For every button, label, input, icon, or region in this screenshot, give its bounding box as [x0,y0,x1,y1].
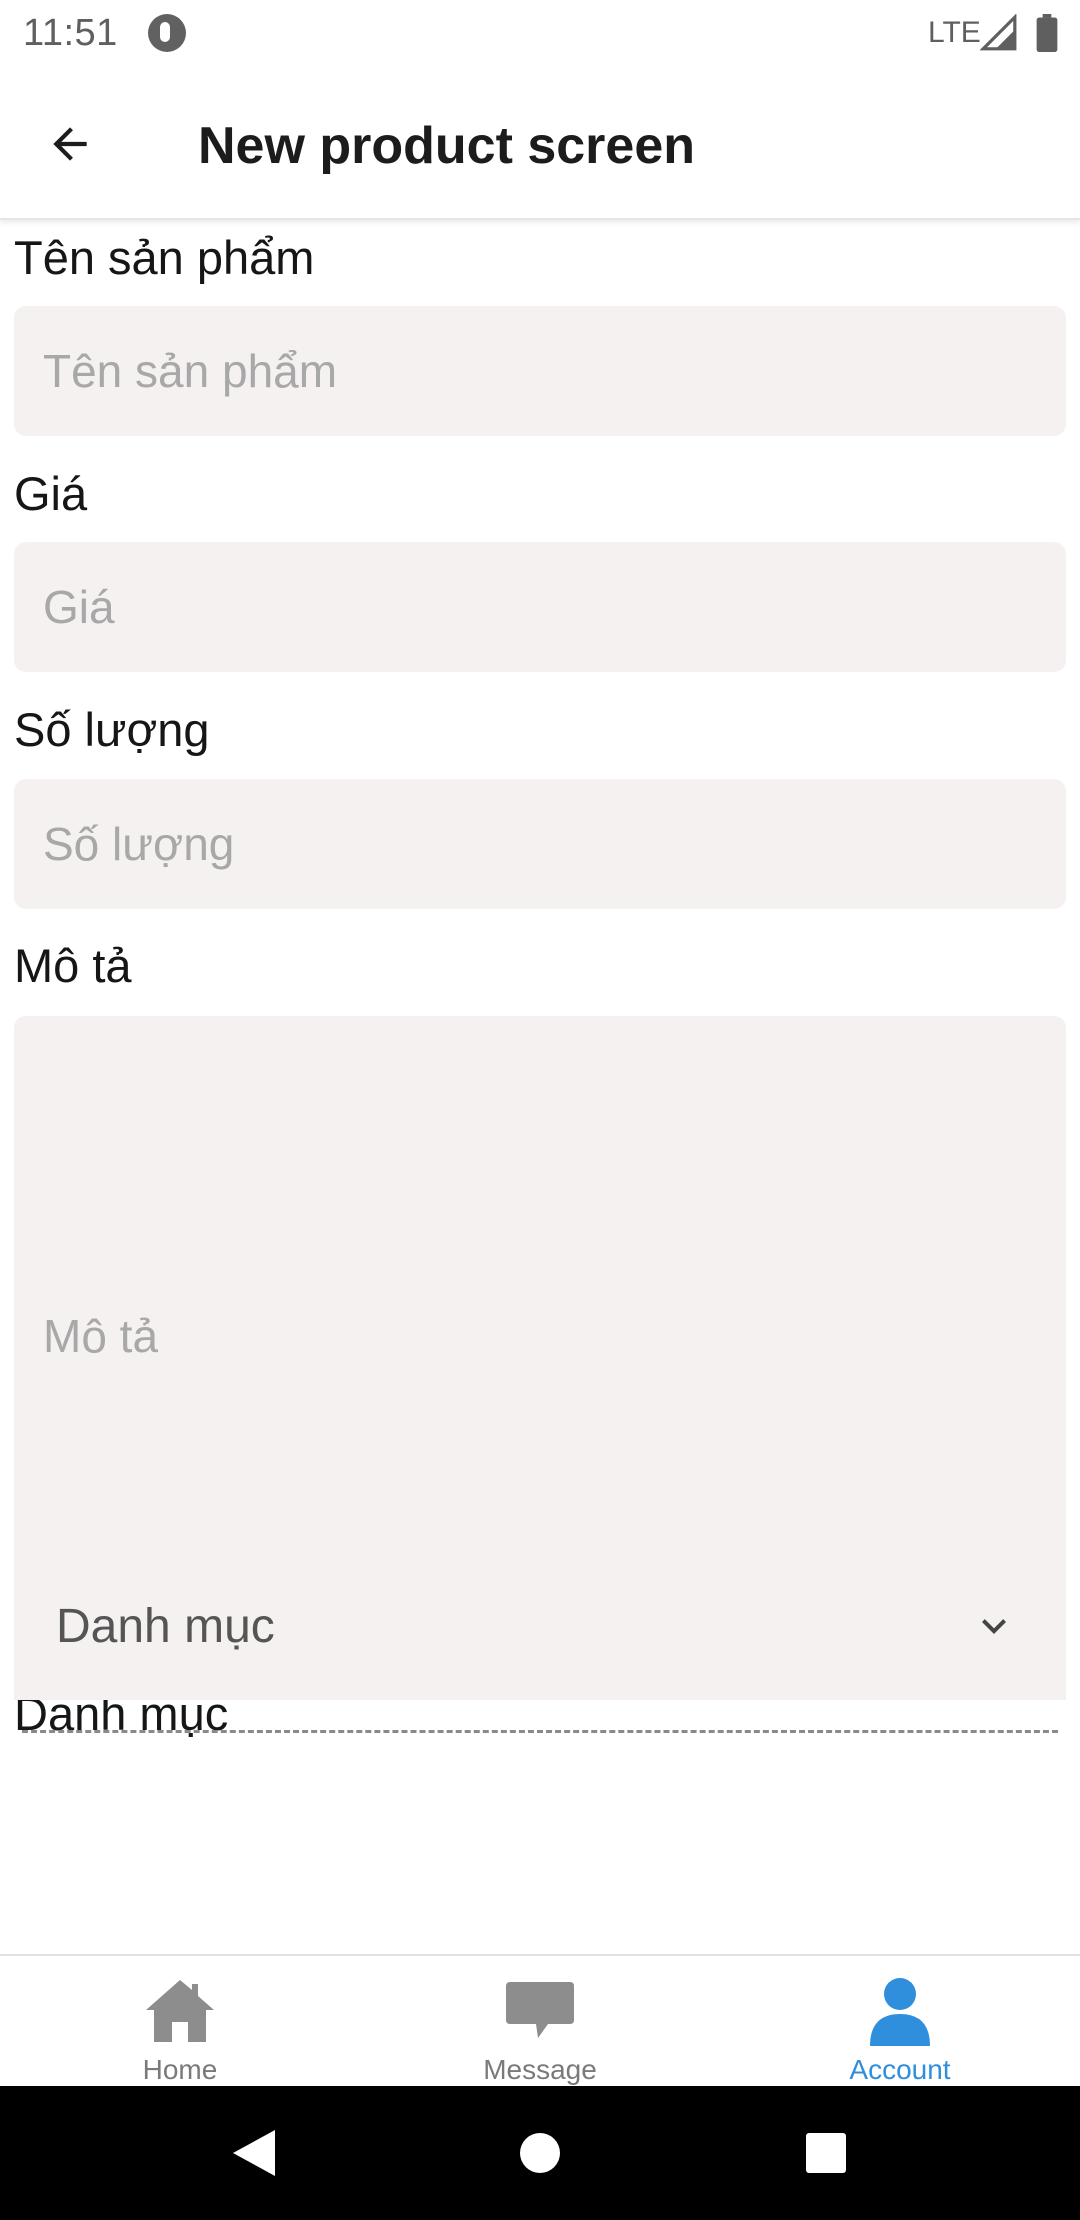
product-name-input[interactable] [14,306,1066,436]
chevron-down-icon [982,1619,1006,1634]
status-time: 11:51 [23,12,118,54]
system-recents-button[interactable] [801,2128,851,2178]
product-name-label: Tên sản phẩm [14,231,315,284]
nav-label-home: Home [142,2054,218,2085]
square-recents-icon [806,2133,846,2173]
nav-item-account[interactable]: Account [720,1956,1080,2086]
price-label: Giá [14,467,88,520]
nav-label-message: Message [483,2054,597,2085]
message-icon [506,1982,574,2038]
home-icon [146,1980,214,2042]
quantity-label: Số lượng [14,703,210,756]
account-icon [870,1978,930,2046]
circle-home-icon [520,2133,560,2173]
bottom-navigation: Home Message Account [0,1954,1080,2086]
back-button[interactable] [34,108,106,180]
signal-icon [980,14,1017,51]
nav-item-home[interactable]: Home [0,1956,360,2086]
network-type-label: LTE [928,16,981,49]
quantity-input[interactable] [14,779,1066,909]
description-label: Mô tả [14,939,132,992]
dashed-divider [22,1730,1058,1733]
page-title: New product screen [198,117,696,175]
app-bar: New product screen [0,66,1080,220]
triangle-back-icon [233,2130,275,2176]
nav-item-message[interactable]: Message [360,1956,720,2086]
system-home-button[interactable] [515,2128,565,2178]
system-back-button[interactable] [229,2128,279,2178]
nav-label-account: Account [849,2054,951,2085]
status-bar: 11:51 LTE [0,0,1080,66]
category-selected-value: Danh mục [56,1599,275,1653]
category-dropdown[interactable]: Danh mục [14,1552,1066,1700]
system-navigation-bar [0,2086,1080,2220]
notification-app-icon [148,14,186,52]
price-input[interactable] [14,542,1066,672]
arrow-back-icon [53,127,87,161]
battery-icon [1036,14,1058,52]
